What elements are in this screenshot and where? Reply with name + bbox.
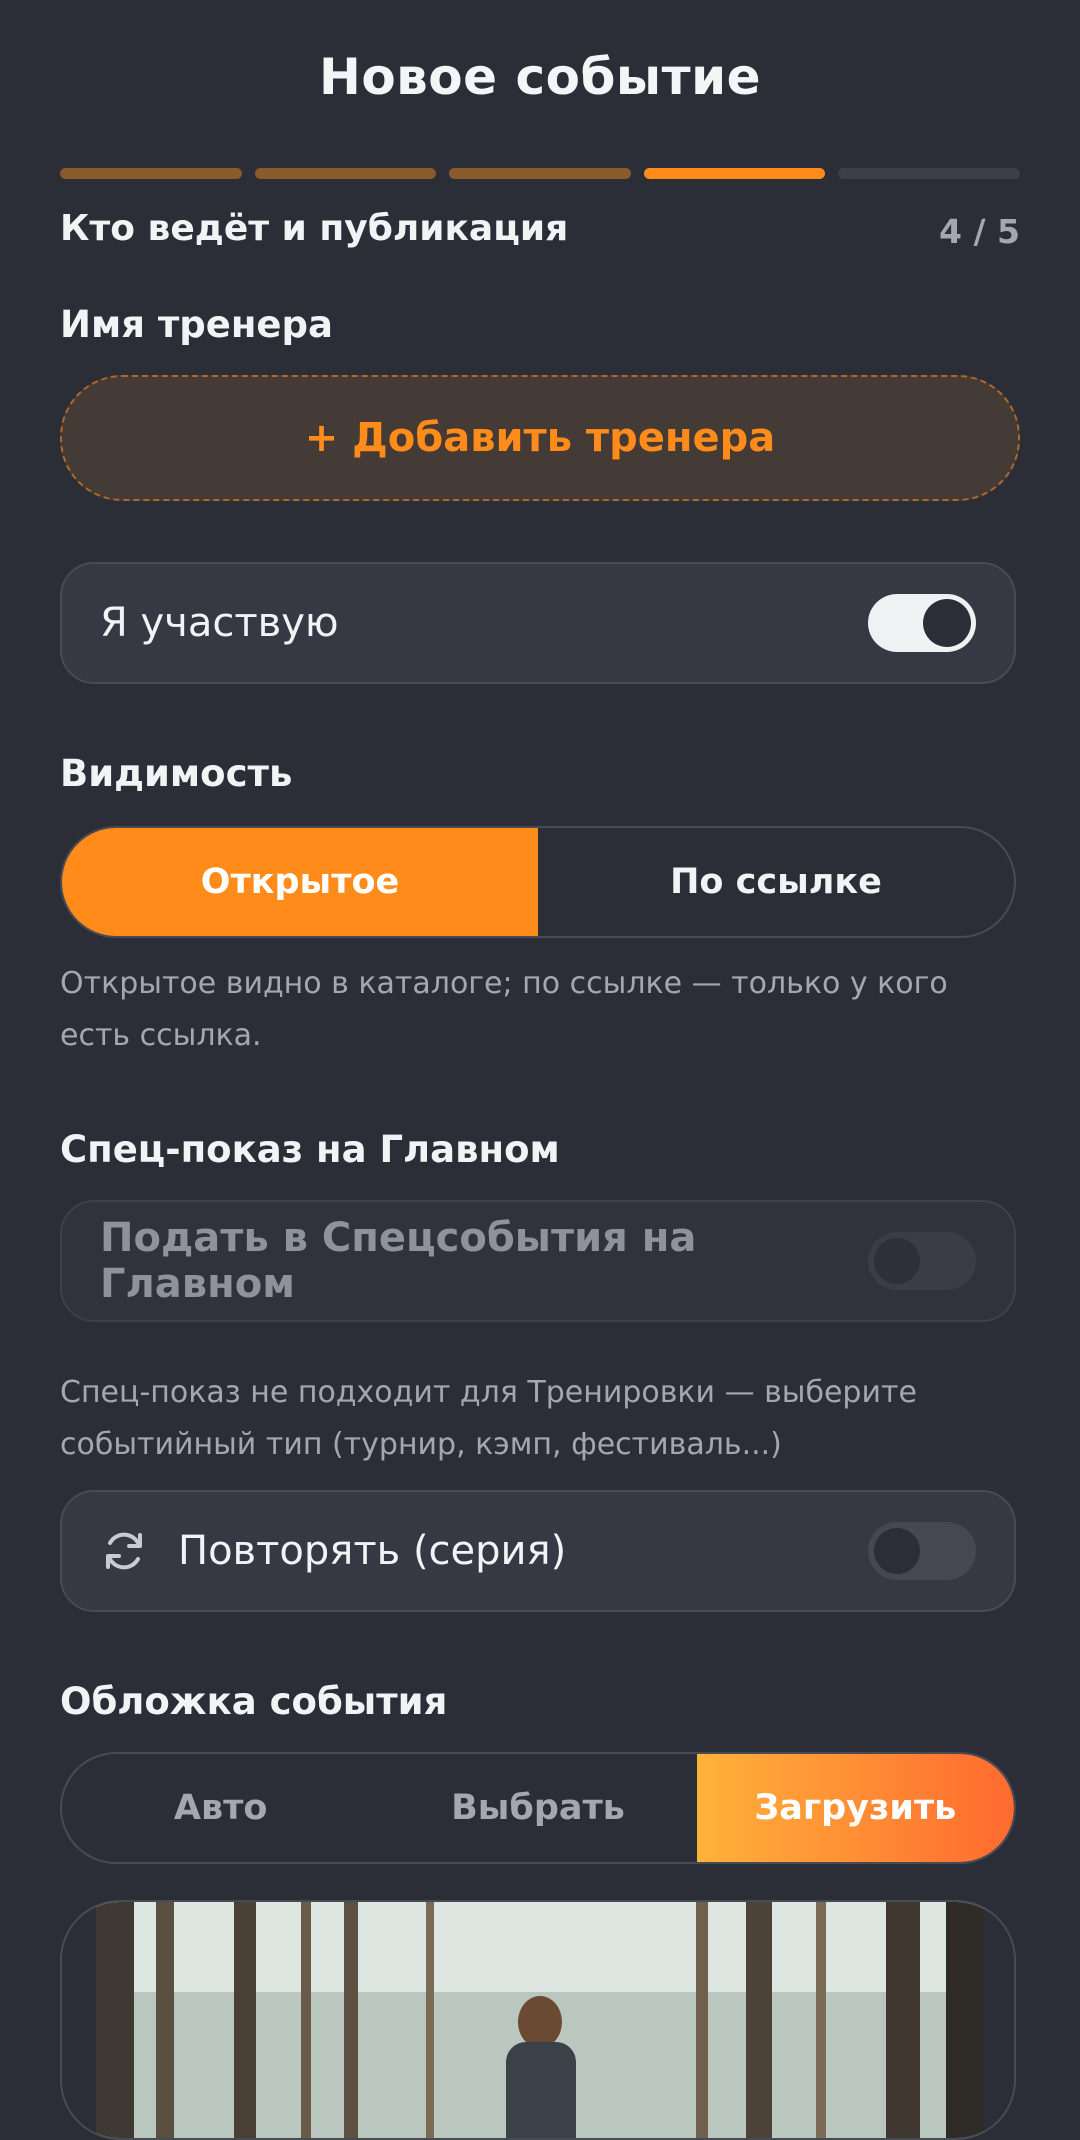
step-title: Кто ведёт и публикация [60,208,569,249]
visibility-option-open[interactable]: Открытое [62,828,538,936]
special-row: Подать в Спецсобытия на Главном [60,1200,1016,1322]
toggle-knob [874,1528,920,1574]
refresh-icon [106,1532,142,1570]
participate-toggle[interactable] [868,594,976,652]
visibility-label: Видимость [60,752,293,795]
repeat-row[interactable]: Повторять (серия) [60,1490,1016,1612]
repeat-label: Повторять (серия) [178,1528,567,1574]
cover-option-auto[interactable]: Авто [62,1754,379,1862]
page-title: Новое событие [318,48,762,106]
add-coach-button[interactable]: + Добавить тренера [60,375,1020,501]
participate-label: Я участвую [100,600,339,646]
cover-option-upload[interactable]: Загрузить [696,1754,1014,1862]
progress-step-5 [838,168,1020,179]
visibility-selector: Открытое По ссылке [60,826,1016,938]
step-progress [60,168,1020,179]
repeat-toggle[interactable] [868,1522,976,1580]
cover-image [96,1902,984,2138]
progress-step-4 [643,168,826,179]
cover-selector: Авто Выбрать Загрузить [60,1752,1016,1864]
participate-row[interactable]: Я участвую [60,562,1016,684]
special-toggle-label: Подать в Спецсобытия на Главном [100,1215,697,1307]
visibility-option-link[interactable]: По ссылке [538,828,1014,936]
coach-label: Имя тренера [60,303,333,346]
special-label: Спец-показ на Главном [60,1128,560,1171]
cover-preview[interactable] [60,1900,1016,2140]
progress-step-1 [60,168,242,179]
cover-option-choose[interactable]: Выбрать [379,1754,696,1862]
special-toggle [868,1232,976,1290]
toggle-knob [874,1238,920,1284]
visibility-hint: Открытое видно в каталоге; по ссылке — т… [60,966,948,1053]
step-counter: 4 / 5 [939,212,1020,251]
progress-step-3 [449,168,631,179]
progress-step-2 [254,168,437,179]
cover-label: Обложка события [60,1680,448,1723]
special-hint: Спец-показ не подходит для Тренировки — … [60,1375,917,1462]
toggle-knob [923,599,971,647]
